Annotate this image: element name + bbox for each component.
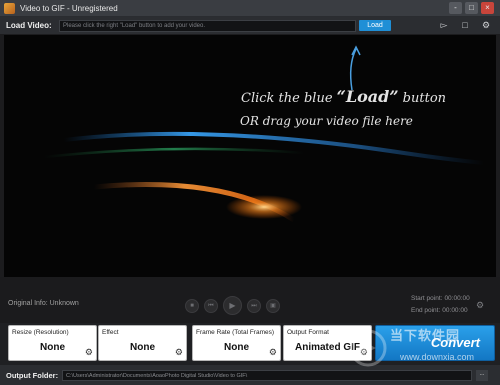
original-info: Original Info: Unknown — [8, 300, 79, 307]
previous-frame-icon[interactable]: ⏮ — [204, 298, 218, 313]
load-button[interactable]: Load — [359, 20, 391, 31]
video-preview-area[interactable]: Click the blue “Load” button OR drag you… — [4, 35, 496, 277]
end-point: End point: 00:00:00 — [409, 307, 468, 314]
window-controls: - □ × — [449, 2, 494, 14]
frame-rate-option[interactable]: Frame Rate (Total Frames) None ⚙ — [192, 325, 281, 361]
close-button[interactable]: × — [481, 2, 494, 14]
hint-text-part: Click the blue — [241, 91, 337, 106]
start-point-value[interactable]: 00:00:00 — [444, 295, 469, 302]
app-icon — [4, 2, 15, 14]
snapshot-icon[interactable]: ▣ — [266, 298, 280, 313]
option-label: Frame Rate (Total Frames) — [196, 329, 275, 336]
hint-load-word: “Load” — [336, 87, 399, 106]
play-icon[interactable]: ▶ — [223, 296, 242, 315]
resize-option[interactable]: Resize (Resolution) None ⚙ — [8, 325, 97, 361]
option-label: Resize (Resolution) — [12, 329, 69, 336]
load-video-label: Load Video: — [6, 21, 52, 30]
output-format-option[interactable]: Output Format Animated GIF ⚙ — [283, 325, 372, 361]
gear-icon[interactable]: ⚙ — [85, 347, 93, 358]
gear-icon[interactable]: ⚙ — [360, 347, 368, 358]
load-hint-line-2: OR drag your video file here — [240, 114, 413, 128]
option-value: None — [130, 342, 155, 353]
tag-icon[interactable]: ▻ — [438, 20, 450, 31]
option-value: Animated GIF — [294, 342, 360, 353]
arrow-head — [351, 45, 361, 56]
start-point: Start point: 00:00:00 — [409, 295, 470, 302]
end-point-label: End point: — [411, 307, 441, 314]
toolbar-icons: ▻ □ ⚙ — [438, 20, 492, 31]
watermark-url: www.downxia.com — [400, 352, 475, 362]
title-bar: Video to GIF - Unregistered - □ × — [0, 0, 500, 17]
stop-icon[interactable]: ■ — [185, 298, 199, 313]
output-folder-label: Output Folder: — [6, 370, 59, 380]
settings-icon[interactable]: ⚙ — [480, 20, 492, 31]
option-value: None — [40, 342, 65, 353]
hint-text-part: button — [398, 91, 447, 106]
browse-button[interactable]: ... — [476, 369, 488, 381]
watermark-text: 当下软件园 — [390, 328, 461, 343]
load-hint-line-1: Click the blue “Load” button — [241, 87, 446, 106]
player-buttons: ■ ⏮ ▶ ⏭ ▣ — [185, 296, 280, 315]
gear-icon[interactable]: ⚙ — [175, 347, 183, 358]
output-folder-field[interactable]: C:\Users\Administrator\Documents\AoaoPho… — [62, 369, 472, 381]
window-title: Video to GIF - Unregistered — [20, 3, 118, 13]
comment-icon[interactable]: □ — [459, 20, 471, 31]
arrow-curve — [349, 48, 357, 91]
end-point-value[interactable]: 00:00:00 — [442, 307, 467, 314]
next-frame-icon[interactable]: ⏭ — [247, 298, 261, 313]
light-streaks — [43, 45, 485, 223]
load-video-bar: Load Video: Please click the right "Load… — [0, 17, 500, 34]
option-label: Output Format — [287, 329, 329, 336]
video-path-input[interactable]: Please click the right "Load" button to … — [59, 19, 356, 32]
option-value: None — [224, 342, 249, 353]
effect-option[interactable]: Effect None ⚙ — [98, 325, 187, 361]
option-label: Effect — [102, 329, 119, 336]
minimize-button[interactable]: - — [449, 2, 462, 14]
playback-controls: Original Info: Unknown ■ ⏮ ▶ ⏭ ▣ Start p… — [0, 277, 500, 323]
maximize-button[interactable]: □ — [465, 2, 478, 14]
trim-settings-icon[interactable]: ⚙ — [476, 300, 484, 311]
output-folder-bar: Output Folder: C:\Users\Administrator\Do… — [0, 365, 500, 385]
start-point-label: Start point: — [411, 295, 443, 302]
gear-icon[interactable]: ⚙ — [269, 347, 277, 358]
